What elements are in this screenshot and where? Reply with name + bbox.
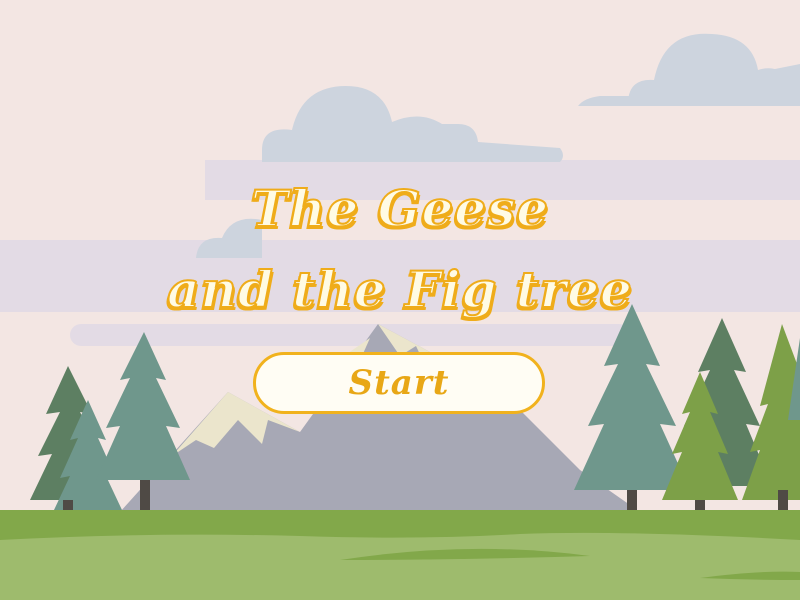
grassland — [0, 510, 800, 600]
game-title-line-1: The Geese — [250, 178, 550, 239]
title-screen: The Geese and the Fig tree Start — [0, 0, 800, 600]
game-title-line-2: and the Fig tree — [166, 259, 633, 320]
start-button[interactable]: Start — [253, 352, 545, 414]
start-button-label: Start — [348, 363, 450, 403]
